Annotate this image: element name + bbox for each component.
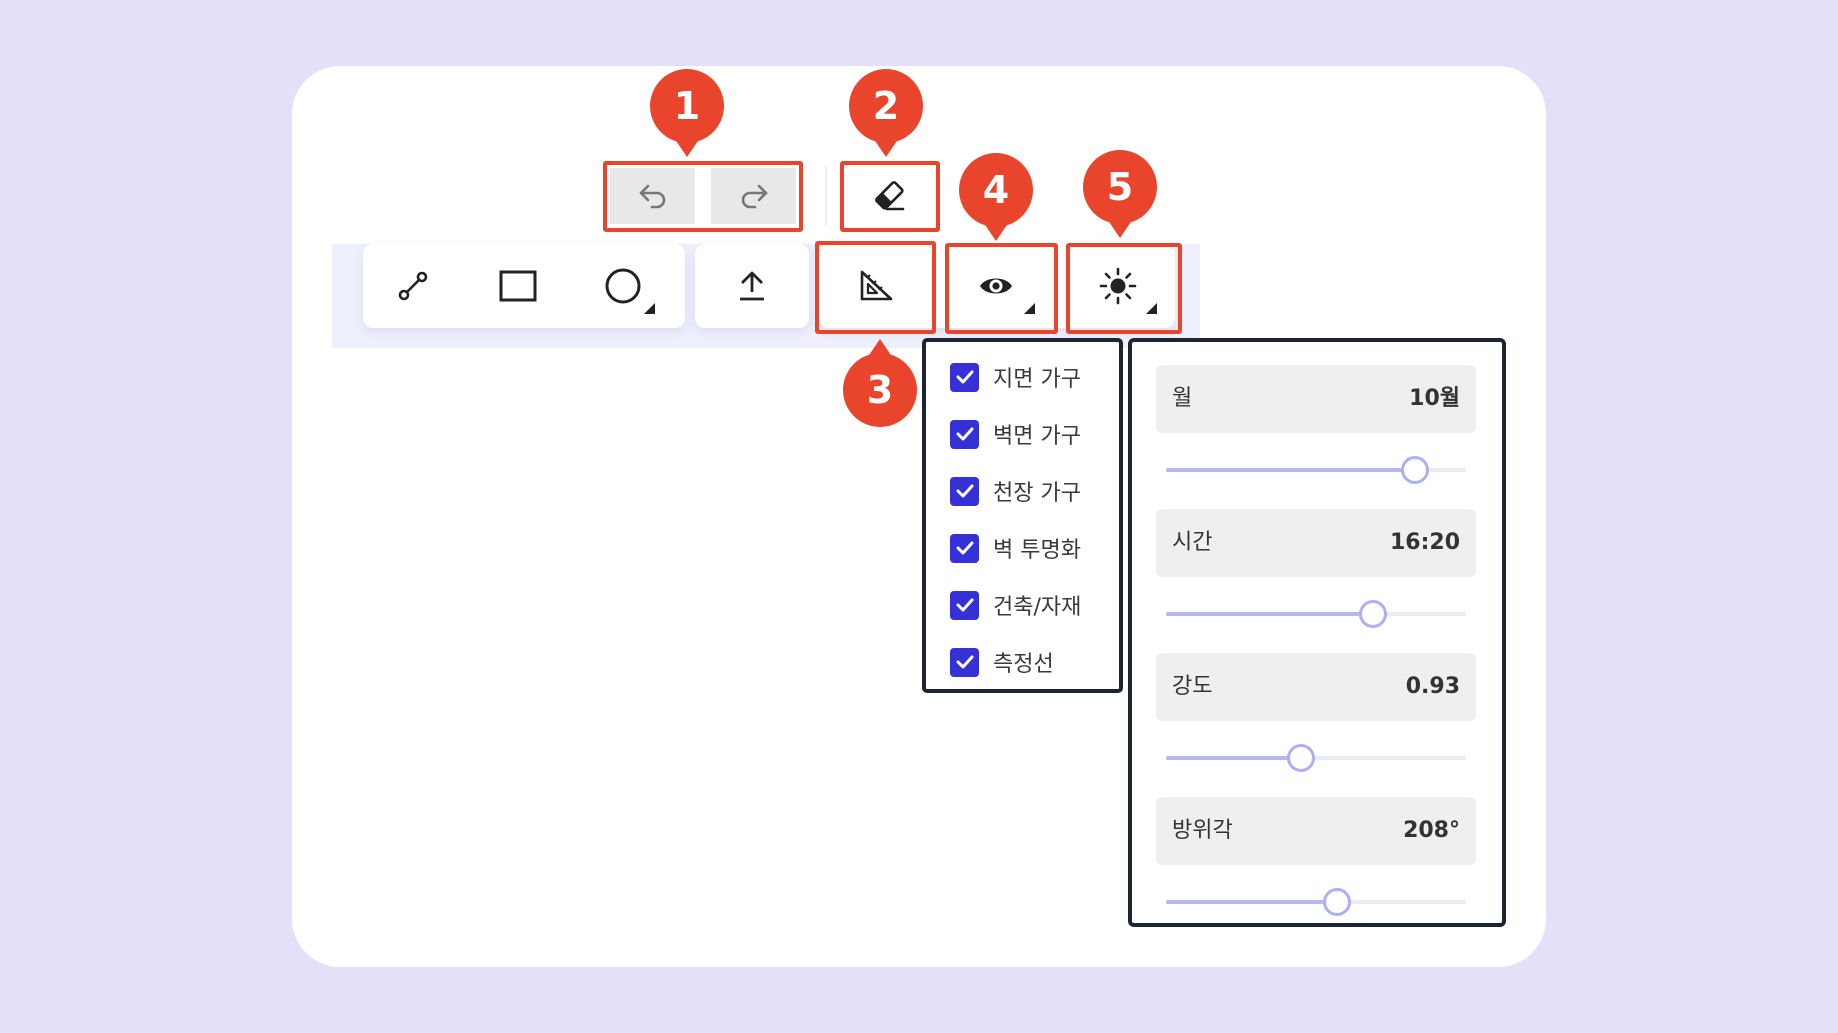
redo-button[interactable]	[711, 168, 796, 224]
submenu-indicator	[1146, 303, 1157, 314]
slider-handle[interactable]	[1401, 456, 1429, 484]
month-slider[interactable]	[1166, 455, 1466, 485]
visibility-option-label: 벽면 가구	[993, 424, 1081, 449]
view-tools-group	[819, 244, 1175, 328]
toolbar-divider	[825, 166, 827, 226]
time-label: 시간	[1172, 530, 1213, 555]
visibility-option-label: 건축/자재	[993, 595, 1082, 620]
eraser-icon	[875, 181, 905, 211]
rectangle-tool-button[interactable]	[468, 244, 568, 328]
visibility-option-label: 벽 투명화	[993, 538, 1081, 563]
visibility-option-label: 측정선	[993, 652, 1054, 677]
azimuth-label: 방위각	[1172, 818, 1233, 843]
circle-tool-icon	[605, 268, 641, 304]
checkmark-icon	[956, 427, 973, 441]
month-field: 월 10월	[1156, 365, 1476, 433]
circle-tool-button[interactable]	[573, 244, 673, 328]
visibility-option-label: 천장 가구	[993, 481, 1081, 506]
draw-tools-group	[363, 244, 685, 328]
checkbox-checked[interactable]	[950, 476, 979, 506]
visibility-option[interactable]: 천장 가구	[950, 471, 1081, 511]
checkmark-icon	[956, 598, 973, 612]
callout-marker: 4	[959, 153, 1033, 241]
time-slider[interactable]	[1166, 599, 1466, 629]
callout-marker: 3	[843, 339, 917, 427]
set-square-ruler-icon	[860, 270, 893, 301]
intensity-field: 강도 0.93	[1156, 653, 1476, 721]
visibility-option[interactable]: 지면 가구	[950, 357, 1081, 397]
upload-icon	[740, 271, 764, 301]
intensity-value: 0.93	[1405, 674, 1460, 699]
visibility-option-label: 지면 가구	[993, 367, 1081, 392]
checkmark-icon	[956, 541, 973, 555]
callout-marker: 1	[650, 69, 724, 157]
checkmark-icon	[956, 484, 973, 498]
checkbox-checked[interactable]	[950, 533, 979, 563]
azimuth-value: 208°	[1403, 818, 1460, 843]
azimuth-field: 방위각 208°	[1156, 797, 1476, 865]
upload-group	[695, 244, 809, 328]
time-field: 시간 16:20	[1156, 509, 1476, 577]
line-tool-icon	[398, 271, 428, 301]
undo-button[interactable]	[610, 168, 695, 224]
undo-icon	[639, 184, 665, 209]
slider-fill	[1166, 900, 1337, 904]
month-label: 월	[1172, 386, 1193, 411]
checkmark-icon	[956, 370, 973, 384]
callout-marker: 5	[1083, 150, 1157, 238]
visibility-button[interactable]	[939, 244, 1053, 328]
slider-fill	[1166, 468, 1415, 472]
callout-marker: 2	[849, 69, 923, 157]
measure-button[interactable]	[819, 244, 933, 328]
upload-button[interactable]	[695, 244, 809, 328]
line-tool-button[interactable]	[363, 244, 463, 328]
eye-icon	[980, 278, 1012, 294]
slider-fill	[1166, 612, 1373, 616]
slider-handle[interactable]	[1287, 744, 1315, 772]
checkmark-icon	[956, 655, 973, 669]
visibility-option[interactable]: 건축/자재	[950, 585, 1081, 625]
checkbox-checked[interactable]	[950, 647, 979, 677]
lighting-panel: 월 10월 시간 16:20 강도 0.93 방위각 208°	[1128, 338, 1506, 927]
azimuth-slider[interactable]	[1166, 887, 1466, 917]
checkbox-checked[interactable]	[950, 419, 979, 449]
visibility-dropdown: 지면 가구 벽면 가구 천장 가구 벽 투명화 건축/자재 측정선	[922, 338, 1123, 693]
submenu-indicator	[644, 303, 655, 314]
intensity-label: 강도	[1172, 674, 1213, 699]
visibility-option[interactable]: 벽면 가구	[950, 414, 1081, 454]
visibility-option[interactable]: 벽 투명화	[950, 528, 1081, 568]
checkbox-checked[interactable]	[950, 590, 979, 620]
slider-handle[interactable]	[1323, 888, 1351, 916]
intensity-slider[interactable]	[1166, 743, 1466, 773]
slider-fill	[1166, 756, 1301, 760]
submenu-indicator	[1024, 303, 1035, 314]
month-value: 10월	[1409, 386, 1460, 411]
sun-icon	[1099, 267, 1137, 305]
eraser-button[interactable]	[844, 166, 934, 226]
lighting-button[interactable]	[1061, 244, 1175, 328]
redo-icon	[741, 184, 767, 209]
slider-handle[interactable]	[1359, 600, 1387, 628]
rectangle-tool-icon	[499, 270, 537, 302]
checkbox-checked[interactable]	[950, 362, 979, 392]
visibility-option[interactable]: 측정선	[950, 642, 1054, 682]
time-value: 16:20	[1389, 530, 1460, 555]
